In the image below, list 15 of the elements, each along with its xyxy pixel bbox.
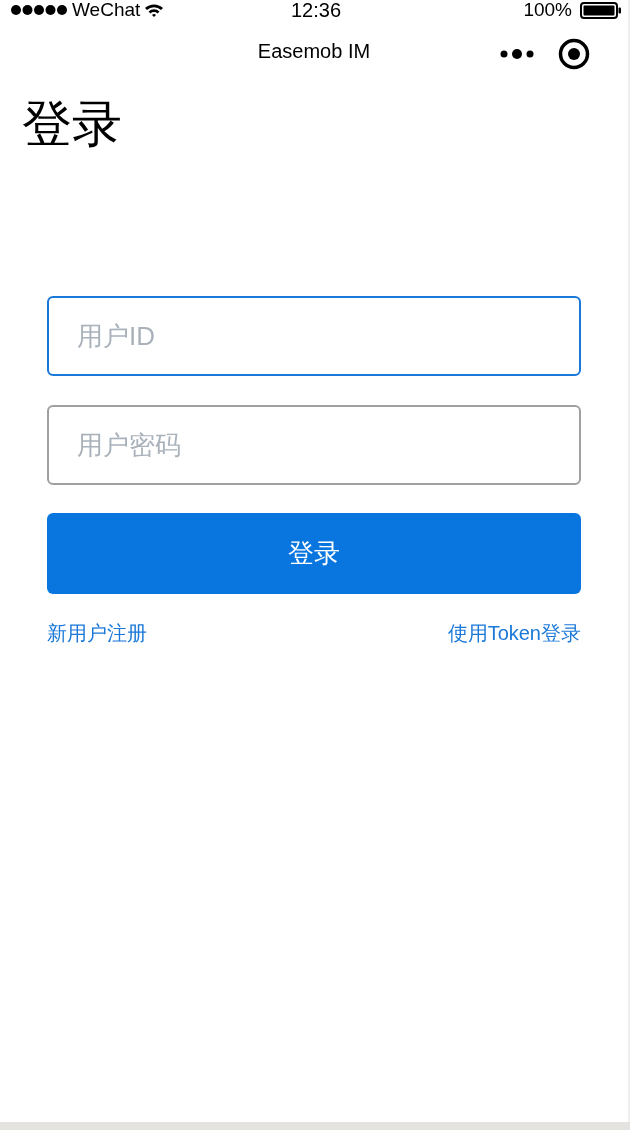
battery-percent: 100% — [523, 0, 572, 21]
battery-icon — [580, 1, 622, 19]
carrier-name: WeChat — [72, 0, 141, 21]
close-target-icon[interactable] — [558, 38, 590, 70]
more-icon[interactable] — [500, 48, 536, 60]
wifi-icon — [144, 2, 165, 18]
user-id-field[interactable]: 用户ID — [47, 296, 581, 376]
login-button[interactable]: 登录 — [47, 513, 581, 594]
register-link[interactable]: 新用户注册 — [47, 620, 147, 647]
status-time: 12:36 — [290, 0, 342, 21]
login-heading: 登录 — [22, 95, 123, 154]
page-title: Easemob IM — [257, 39, 371, 63]
signal-icon — [10, 4, 68, 16]
password-field[interactable]: 用户密码 — [47, 405, 581, 485]
token-login-link[interactable]: 使用Token登录 — [447, 620, 581, 647]
